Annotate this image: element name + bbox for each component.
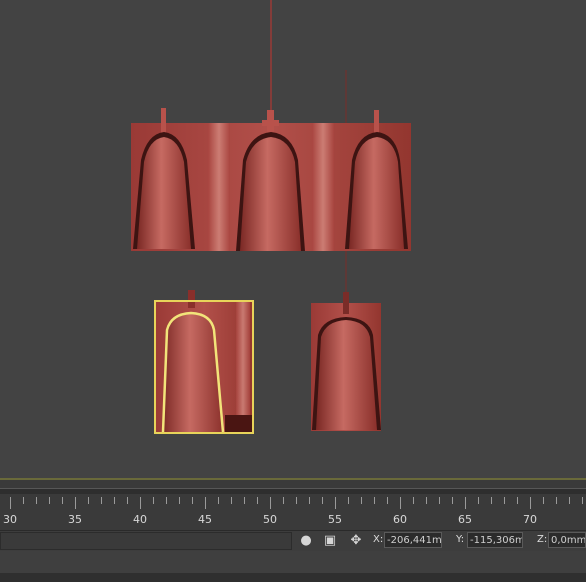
ruler-tick [361, 497, 362, 504]
time-ruler[interactable]: 30 35 40 45 50 55 60 65 70 [0, 495, 586, 526]
ruler-tick [322, 497, 323, 504]
ruler-tick [10, 497, 11, 509]
ruler-label: 70 [523, 513, 537, 526]
ruler-tick [335, 497, 336, 509]
ruler-tick [309, 497, 310, 504]
ruler-tick [504, 497, 505, 504]
ruler-tick [192, 497, 193, 504]
ruler-tick [140, 497, 141, 509]
ruler-label: 35 [68, 513, 82, 526]
status-bar: ● ▣ ✥ X: -206,441m Y: -115,306m Z: 0,0mm [0, 530, 586, 551]
ruler-tick [75, 497, 76, 509]
x-label: X: [373, 534, 384, 545]
ruler-tick [49, 497, 50, 504]
ruler-tick [257, 497, 258, 504]
y-coord-field[interactable]: -115,306m [467, 532, 523, 548]
ruler-tick [296, 497, 297, 504]
ruler-label: 30 [3, 513, 17, 526]
ruler-tick [205, 497, 206, 509]
ruler-tick [62, 497, 63, 504]
z-coord-field[interactable]: 0,0mm [548, 532, 586, 548]
ruler-tick [101, 497, 102, 504]
ruler-tick [517, 497, 518, 504]
ruler-tick [387, 497, 388, 504]
z-label: Z: [537, 534, 548, 545]
ruler-tick [166, 497, 167, 504]
ruler-tick [452, 497, 453, 504]
maxscript-listener[interactable] [0, 532, 292, 550]
ruler-tick [179, 497, 180, 504]
ruler-tick [582, 497, 583, 504]
ruler-tick [374, 497, 375, 504]
ruler-tick [413, 497, 414, 504]
ruler-label: 60 [393, 513, 407, 526]
x-coord-field[interactable]: -206,441m [384, 532, 442, 548]
ruler-tick [530, 497, 531, 509]
ruler-tick [36, 497, 37, 504]
ruler-label: 40 [133, 513, 147, 526]
ruler-tick [270, 497, 271, 509]
ruler-tick [231, 497, 232, 504]
ruler-tick [348, 497, 349, 504]
transform-gizmo-icon[interactable]: ✥ [348, 533, 364, 549]
ruler-tick [127, 497, 128, 504]
ruler-label: 55 [328, 513, 342, 526]
timeline[interactable]: 30 35 40 45 50 55 60 65 70 [0, 480, 586, 530]
ruler-tick [218, 497, 219, 504]
track-bar[interactable] [0, 488, 586, 494]
lock-icon[interactable]: ▣ [322, 533, 338, 549]
3d-viewport[interactable] [0, 0, 586, 478]
lightbulb-icon[interactable]: ● [298, 533, 314, 549]
ruler-tick [465, 497, 466, 509]
ruler-tick [114, 497, 115, 504]
ruler-tick [426, 497, 427, 504]
ruler-tick [153, 497, 154, 504]
ruler-tick [88, 497, 89, 504]
ruler-tick [543, 497, 544, 504]
ruler-label: 65 [458, 513, 472, 526]
ruler-tick [439, 497, 440, 504]
ruler-tick [569, 497, 570, 504]
ruler-tick [23, 497, 24, 504]
ruler-label: 50 [263, 513, 277, 526]
ruler-tick [491, 497, 492, 504]
ruler-tick [283, 497, 284, 504]
ruler-tick [478, 497, 479, 504]
lower-toolbar [0, 551, 586, 582]
ruler-tick [556, 497, 557, 504]
scene-canvas[interactable] [0, 0, 586, 478]
y-label: Y: [456, 534, 465, 545]
ruler-label: 45 [198, 513, 212, 526]
lamp-group-triple[interactable] [131, 108, 411, 251]
lamp-single[interactable] [311, 292, 381, 431]
ruler-tick [244, 497, 245, 504]
lamp-selected[interactable] [154, 290, 254, 434]
ruler-tick [400, 497, 401, 509]
